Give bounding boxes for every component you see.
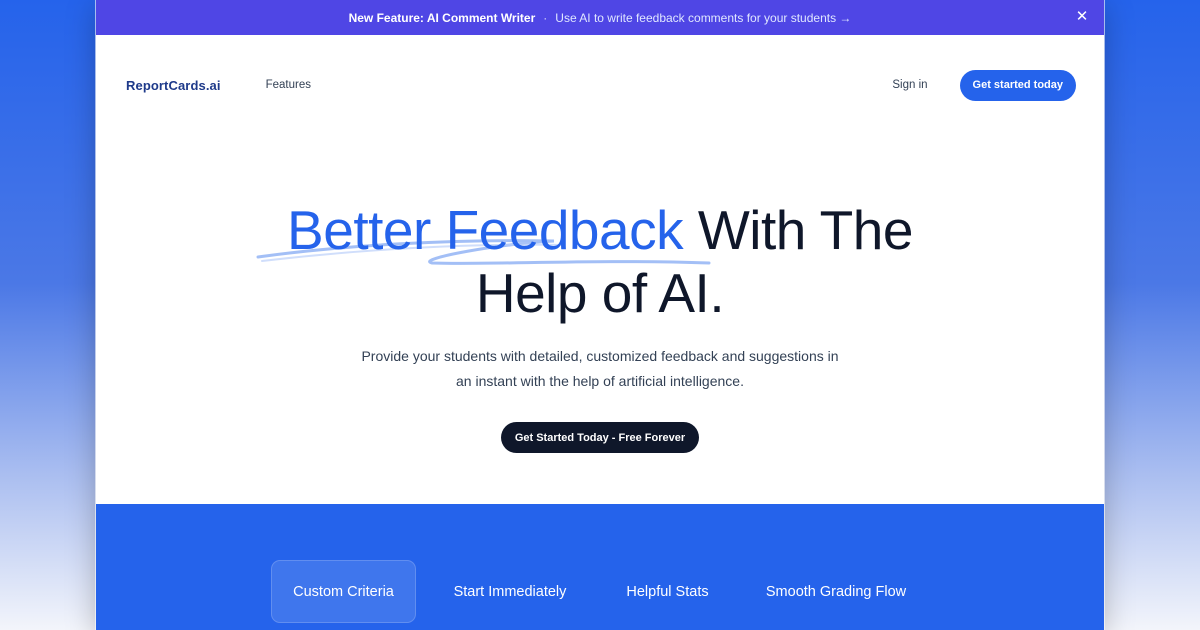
logo[interactable]: ReportCards.ai — [126, 78, 221, 93]
top-nav: ReportCards.ai Features Sign in Get star… — [96, 35, 1104, 135]
tab-start-immediately[interactable]: Start Immediately — [416, 560, 604, 623]
headline-line-2: Help of AI. — [475, 262, 725, 324]
tab-helpful-stats[interactable]: Helpful Stats — [604, 560, 731, 623]
nav-right: Sign in Get started today — [892, 69, 1076, 101]
subtitle-line-2: an instant with the help of artificial i… — [456, 373, 744, 389]
announcement-bar[interactable]: New Feature: AI Comment Writer · Use AI … — [96, 0, 1104, 35]
announcement-link[interactable]: Use AI to write feedback comments for yo… — [555, 11, 851, 25]
tab-custom-criteria[interactable]: Custom Criteria — [271, 560, 416, 623]
get-started-free-button[interactable]: Get Started Today - Free Forever — [501, 422, 699, 453]
hero-subtitle: Provide your students with detailed, cus… — [96, 344, 1104, 394]
nav-link-features[interactable]: Features — [266, 79, 311, 91]
feature-tabs: Custom Criteria Start Immediately Helpfu… — [271, 560, 941, 623]
features-section: Custom Criteria Start Immediately Helpfu… — [96, 504, 1104, 630]
headline-rest: With The — [683, 199, 914, 261]
get-started-button[interactable]: Get started today — [959, 69, 1076, 101]
tab-smooth-grading-flow[interactable]: Smooth Grading Flow — [731, 560, 941, 623]
browser-page: New Feature: AI Comment Writer · Use AI … — [96, 0, 1104, 630]
subtitle-line-1: Provide your students with detailed, cus… — [361, 348, 839, 364]
close-icon[interactable]: ✕ — [1074, 9, 1090, 25]
hero-section: Better Feedback With The Help of AI. Pro… — [96, 135, 1104, 504]
hero-headline: Better Feedback With The Help of AI. — [96, 199, 1104, 325]
announcement-title: New Feature: AI Comment Writer — [348, 10, 536, 25]
announcement-separator: · — [543, 10, 548, 25]
sign-in-link[interactable]: Sign in — [892, 79, 927, 91]
headline-highlight: Better Feedback — [287, 199, 684, 261]
